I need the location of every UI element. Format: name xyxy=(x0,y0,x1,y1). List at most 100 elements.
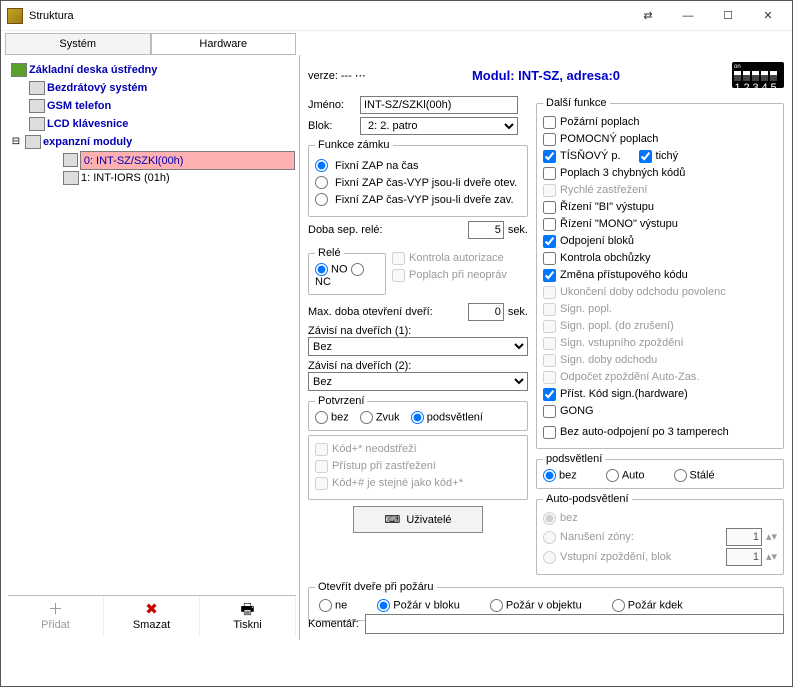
ab2-num xyxy=(726,528,762,546)
close-button[interactable]: ✕ xyxy=(748,2,788,30)
dep1-label: Závisí na dveřích (1): xyxy=(308,325,528,337)
f7-check[interactable] xyxy=(543,218,556,231)
top-tabs: Systém Hardware xyxy=(5,33,296,55)
tree-item[interactable]: 1: INT-IORS (01h) xyxy=(81,169,170,187)
backlight-group: podsvětlení bez Auto Stálé xyxy=(536,453,784,489)
f11-check xyxy=(543,286,556,299)
lock-r3[interactable] xyxy=(315,193,328,206)
module-title: Modul: INT-SZ, adresa:0 xyxy=(472,68,620,83)
exp-icon xyxy=(25,135,41,149)
confirm-bez[interactable] xyxy=(315,411,328,424)
f12-check xyxy=(543,303,556,316)
lcd-icon xyxy=(29,117,45,131)
module-icon xyxy=(63,153,78,167)
tree-root[interactable]: Základní deska ústředny xyxy=(29,61,157,79)
action-bar: ＋Přidat ✖Smazat 🖶Tiskni xyxy=(8,595,296,637)
comment-input[interactable] xyxy=(365,614,784,634)
f17-check[interactable] xyxy=(543,388,556,401)
k1-check xyxy=(315,443,328,456)
window-title: Struktura xyxy=(29,10,628,22)
left-panel: Základní deska ústředny Bezdrátový systé… xyxy=(5,55,300,640)
tree-lcd[interactable]: LCD klávesnice xyxy=(47,115,128,133)
block-select[interactable]: 2: 2. patro xyxy=(360,117,518,135)
auth-check xyxy=(392,252,405,265)
delete-button[interactable]: ✖Smazat xyxy=(104,596,200,637)
module-icon xyxy=(63,171,79,185)
fire-block[interactable] xyxy=(377,599,390,612)
fire-any[interactable] xyxy=(612,599,625,612)
tree-wireless[interactable]: Bezdrátový systém xyxy=(47,79,147,97)
dep2-select[interactable]: Bez xyxy=(308,372,528,391)
tree-gsm[interactable]: GSM telefon xyxy=(47,97,111,115)
septime-label: Doba sep. relé: xyxy=(308,224,464,236)
f9-check[interactable] xyxy=(543,252,556,265)
name-input[interactable] xyxy=(360,96,518,114)
tree-item-selected[interactable]: 0: INT-SZ/SZKl(00h) xyxy=(80,151,295,170)
f16-check xyxy=(543,371,556,384)
f2-check[interactable] xyxy=(543,133,556,146)
f19-check[interactable] xyxy=(543,426,556,439)
f6-check[interactable] xyxy=(543,201,556,214)
lock-function-group: Funkce zámku Fixní ZAP na čas Fixní ZAP … xyxy=(308,139,528,217)
k3-check xyxy=(315,477,328,490)
fire-object[interactable] xyxy=(490,599,503,612)
f10-check[interactable] xyxy=(543,269,556,282)
keypad-icon: ⌨ xyxy=(384,513,400,526)
relay-group: Relé NO NC xyxy=(308,247,386,295)
dip-switch: on 12345 xyxy=(732,62,784,88)
k2-check xyxy=(315,460,328,473)
bl-auto[interactable] xyxy=(606,469,619,482)
wireless-icon xyxy=(29,81,45,95)
hardware-tree[interactable]: Základní deska ústředny Bezdrátový systé… xyxy=(7,59,297,189)
confirm-group: Potvrzení bez Zvuk podsvětlení xyxy=(308,395,528,431)
swap-icon[interactable]: ⇄ xyxy=(628,2,668,30)
tree-expanders[interactable]: expanzní moduly xyxy=(43,133,132,151)
ab3-num xyxy=(726,548,762,566)
f3-check[interactable] xyxy=(543,150,556,163)
bl-stale[interactable] xyxy=(674,469,687,482)
maximize-button[interactable]: ☐ xyxy=(708,2,748,30)
name-label: Jméno: xyxy=(308,99,360,111)
f15-check xyxy=(543,354,556,367)
f18-check[interactable] xyxy=(543,405,556,418)
unauth-check xyxy=(392,269,405,282)
confirm-zvuk[interactable] xyxy=(360,411,373,424)
autobacklight-group: Auto-podsvětlení bez Narušení zóny:▴▾ Vs… xyxy=(536,493,784,575)
gsm-icon xyxy=(29,99,45,113)
tab-system[interactable]: Systém xyxy=(5,33,151,54)
lock-r1[interactable] xyxy=(315,159,328,172)
tab-hardware[interactable]: Hardware xyxy=(151,33,297,54)
ab3 xyxy=(543,551,556,564)
f13-check xyxy=(543,320,556,333)
f5-check xyxy=(543,184,556,197)
ab1 xyxy=(543,512,556,525)
relay-no[interactable] xyxy=(315,263,328,276)
version-label: verze: --- ⋯ xyxy=(308,69,366,82)
tree-collapse-icon[interactable]: ⊟ xyxy=(9,133,23,151)
app-icon xyxy=(7,8,23,24)
lock-r2[interactable] xyxy=(315,176,328,189)
minimize-button[interactable]: — xyxy=(668,2,708,30)
print-button[interactable]: 🖶Tiskni xyxy=(200,596,296,637)
confirm-light[interactable] xyxy=(411,411,424,424)
ab2 xyxy=(543,531,556,544)
maxopen-input[interactable] xyxy=(468,303,504,321)
bl-bez[interactable] xyxy=(543,469,556,482)
right-panel: verze: --- ⋯ Modul: INT-SZ, adresa:0 on … xyxy=(300,55,792,640)
titlebar: Struktura ⇄ — ☐ ✕ xyxy=(1,1,792,31)
relay-nc[interactable] xyxy=(351,263,364,276)
f8-check[interactable] xyxy=(543,235,556,248)
dep1-select[interactable]: Bez xyxy=(308,337,528,356)
fire-ne[interactable] xyxy=(319,599,332,612)
block-label: Blok: xyxy=(308,120,360,132)
f3b-check[interactable] xyxy=(639,150,652,163)
users-button[interactable]: ⌨Uživatelé xyxy=(353,506,483,533)
maxopen-label: Max. doba otevření dveří: xyxy=(308,306,464,318)
f4-check[interactable] xyxy=(543,167,556,180)
board-icon xyxy=(11,63,27,77)
f14-check xyxy=(543,337,556,350)
septime-input[interactable] xyxy=(468,221,504,239)
f1-check[interactable] xyxy=(543,116,556,129)
comment-label: Komentář: xyxy=(308,618,359,630)
codes-group: Kód+* neodstřeží Přístup při zastřežení … xyxy=(308,435,528,500)
